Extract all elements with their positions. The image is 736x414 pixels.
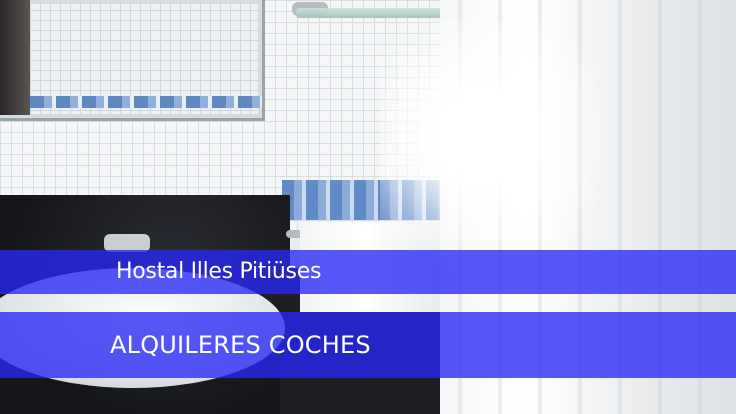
- car-rental-label: ALQUILERES COCHES: [110, 331, 371, 359]
- hotel-name-label: Hostal Illes Pitiüses: [116, 259, 322, 284]
- window-glare: [380, 20, 600, 280]
- mirror-tile-strip: [30, 96, 262, 108]
- mirror-reflection: [0, 0, 30, 115]
- car-rental-banner[interactable]: ALQUILERES COCHES: [0, 312, 736, 378]
- hotel-name-banner[interactable]: Hostal Illes Pitiüses: [0, 250, 736, 294]
